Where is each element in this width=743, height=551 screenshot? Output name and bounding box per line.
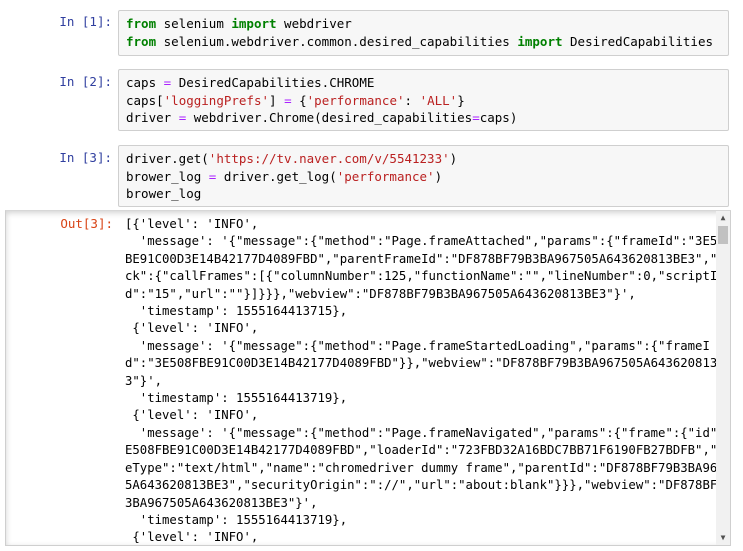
code-line: driver = webdriver.Chrome(desired_capabi… [126,109,721,127]
code-token: import [517,33,563,49]
output-line: 'timestamp': 1555164413715}, [125,304,348,319]
code-token: 'performance' [306,92,405,108]
code-token: 'loggingPrefs' [163,92,269,108]
code-token: caps[ [126,92,164,108]
output-line: 'message': '{"message":{"method":"Page.f… [125,338,710,353]
output-line: [{'level': 'INFO', [125,217,259,231]
code-input-area[interactable]: driver.get('https://tv.naver.com/v/55412… [118,145,729,207]
code-input-area[interactable]: caps = DesiredCapabilities.CHROME caps['l… [118,69,729,131]
code-token: from [126,16,157,31]
code-line: driver.get('https://tv.naver.com/v/55412… [126,150,721,168]
output-line: 5A643620813BE3","securityOrigin":"://","… [125,478,731,493]
output-line: {'level': 'INFO', [125,321,259,336]
output-line: eType":"text/html","name":"chromedriver … [125,460,731,475]
output-area[interactable]: Out[3]: [{'level': 'INFO', 'message': '{… [5,210,731,546]
output-line: 'timestamp': 1555164413719}, [125,512,348,527]
scroll-up-icon[interactable]: ▲ [716,211,730,225]
code-token: DesiredCapabilities.CHROME [171,75,375,90]
output-line: E508FBE91C00D3E14B42177D4089FBD","loader… [125,443,731,458]
code-token: : [404,92,420,108]
scrollbar-thumb[interactable] [718,226,728,244]
code-token: ) [434,168,443,184]
code-token: caps) [479,110,518,125]
code-token: { [291,92,307,108]
code-line: brower_log = driver.get_log('performance… [126,168,721,186]
code-token: 'performance' [336,168,435,184]
code-token: driver.get( [126,151,209,166]
output-line: d":"3E508FBE91C00D3E14B42177D4089FBD"}},… [125,356,731,371]
output-prompt: Out[3]: [60,216,113,231]
code-line: from selenium.webdriver.common.desired_c… [126,33,721,51]
output-line: 'message': '{"message":{"method":"Page.f… [125,425,731,440]
code-token: } [457,92,465,108]
code-token: 'https://tv.naver.com/v/5541233' [208,151,450,166]
output-line: {'level': 'INFO', [125,530,259,545]
vertical-scrollbar[interactable]: ▲ ▼ [716,211,730,545]
output-text: [{'level': 'INFO', 'message': '{"message… [125,216,731,545]
output-line: {'level': 'INFO', [125,408,259,423]
output-line: ck":{"callFrames":[{"columnNumber":125,"… [125,269,718,284]
code-token: ] [269,92,285,108]
code-text: driver.get('https://tv.naver.com/v/55412… [126,150,721,203]
code-line: brower_log [126,185,721,203]
code-line: caps['loggingPrefs'] = {'performance': '… [126,92,721,110]
code-token: caps [126,75,164,90]
scroll-down-icon[interactable]: ▼ [716,531,730,545]
code-token: import [231,16,277,31]
code-token: DesiredCapabilities [562,33,714,49]
code-cell-2[interactable]: In [2]: caps = DesiredCapabilities.CHROM… [0,69,743,133]
code-token: driver.get_log( [216,168,337,184]
output-line: BE91C00D3E14B42177D4089FBD","parentFrame… [125,251,731,266]
output-line: 'timestamp': 1555164413719}, [125,391,348,406]
code-text: caps = DesiredCapabilities.CHROME caps['l… [126,74,721,127]
code-token: driver [126,110,179,125]
code-cell-1[interactable]: In [1]: from selenium import webdriver fr… [0,10,743,60]
output-line: 3BA967505A643620813BE3"}', [125,495,318,510]
code-token: webdriver.Chrome(desired_capabilities [186,110,473,125]
code-text: from selenium import webdriver from selen… [126,15,721,50]
output-line: 3"}', [125,373,163,388]
code-cell-3[interactable]: In [3]: driver.get('https://tv.naver.com… [0,145,743,207]
code-line: caps = DesiredCapabilities.CHROME [126,74,721,92]
code-token: brower_log [126,186,202,201]
code-token: ) [449,151,458,166]
code-token: brower_log [126,168,209,184]
code-token: = [472,110,480,125]
code-token: from [126,33,157,49]
code-token: 'ALL' [419,92,458,108]
output-line: 'message': '{"message":{"method":"Page.f… [125,234,731,249]
cell-prompt: In [1]: [59,14,112,29]
cell-prompt: In [3]: [59,150,112,165]
output-line: d":"15","url":""}]}}},"webview":"DF878BF… [125,286,636,301]
code-token: webdriver [276,16,352,31]
code-line: from selenium import webdriver [126,15,721,33]
code-token: selenium [156,16,232,31]
code-token: = [284,92,292,108]
code-token: selenium.webdriver.common.desired_capabi… [156,33,518,49]
code-input-area[interactable]: from selenium import webdriver from selen… [118,10,729,56]
cell-prompt: In [2]: [59,74,112,89]
